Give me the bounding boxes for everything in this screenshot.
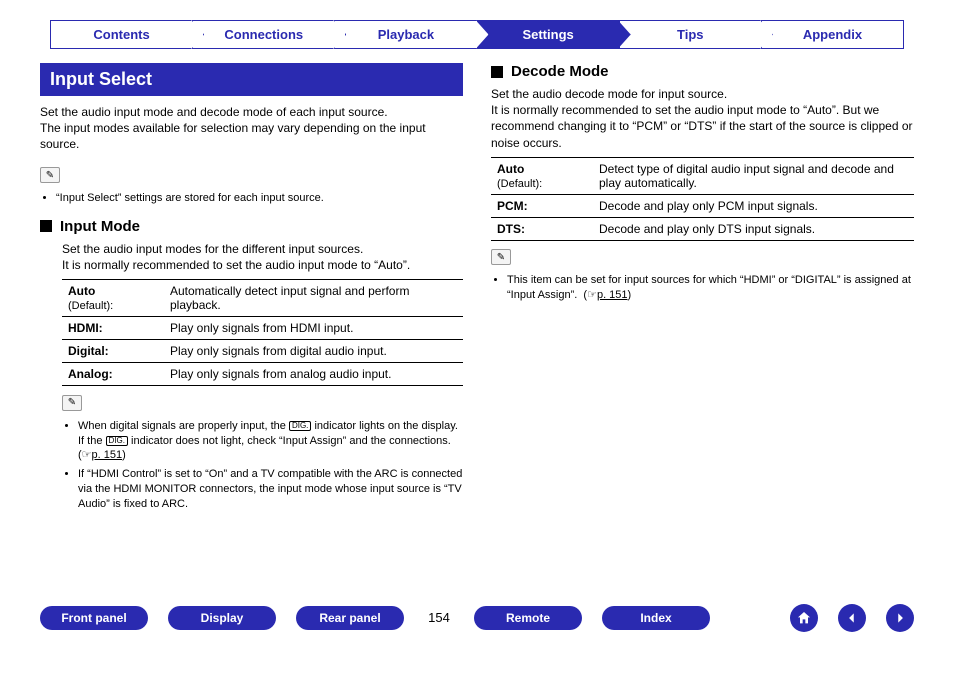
note-item: “Input Select” settings are stored for e… xyxy=(56,191,463,206)
tab-tips[interactable]: Tips xyxy=(619,20,762,49)
sub-intro: Set the audio decode mode for input sour… xyxy=(491,86,914,151)
table-row: Analog: Play only signals from analog au… xyxy=(62,363,463,386)
remote-button[interactable]: Remote xyxy=(474,606,582,630)
pencil-icon: ✎ xyxy=(491,249,511,265)
page-number: 154 xyxy=(424,610,454,625)
index-button[interactable]: Index xyxy=(602,606,710,630)
subhead-decode-mode: Decode Mode xyxy=(491,63,914,80)
dig-indicator-icon: DIG. xyxy=(289,421,311,431)
note-item: When digital signals are properly input,… xyxy=(78,419,463,464)
front-panel-button[interactable]: Front panel xyxy=(40,606,148,630)
next-page-icon[interactable] xyxy=(886,604,914,632)
table-row: HDMI: Play only signals from HDMI input. xyxy=(62,317,463,340)
note-box-2: ✎ When digital signals are properly inpu… xyxy=(62,394,463,512)
option-key: Auto xyxy=(497,162,524,176)
tab-playback[interactable]: Playback xyxy=(334,20,477,49)
section-intro: Set the audio input mode and decode mode… xyxy=(40,104,463,153)
option-key: Digital: xyxy=(62,340,164,363)
note-box-1: ✎ “Input Select” settings are stored for… xyxy=(40,167,463,206)
sub-intro: Set the audio input modes for the differ… xyxy=(62,241,463,273)
option-val: Play only signals from analog audio inpu… xyxy=(164,363,463,386)
right-column: Decode Mode Set the audio decode mode fo… xyxy=(491,63,914,524)
square-bullet-icon xyxy=(491,66,503,78)
option-val: Detect type of digital audio input signa… xyxy=(593,157,914,194)
dig-indicator-icon: DIG. xyxy=(106,436,128,446)
option-key: PCM: xyxy=(491,194,593,217)
option-val: Automatically detect input signal and pe… xyxy=(164,280,463,317)
page-link[interactable]: p. 151 xyxy=(597,289,628,301)
option-key: Analog: xyxy=(62,363,164,386)
option-val: Play only signals from HDMI input. xyxy=(164,317,463,340)
footer-nav: Front panel Display Rear panel 154 Remot… xyxy=(40,604,914,632)
option-val: Decode and play only DTS input signals. xyxy=(593,217,914,240)
option-val: Play only signals from digital audio inp… xyxy=(164,340,463,363)
table-row: Auto (Default): Detect type of digital a… xyxy=(491,157,914,194)
top-tabs: Contents Connections Playback Settings T… xyxy=(40,20,914,49)
tab-settings[interactable]: Settings xyxy=(477,20,620,49)
prev-page-icon[interactable] xyxy=(838,604,866,632)
table-row: PCM: Decode and play only PCM input sign… xyxy=(491,194,914,217)
tab-contents[interactable]: Contents xyxy=(50,20,193,49)
pencil-icon: ✎ xyxy=(62,395,82,411)
tab-appendix[interactable]: Appendix xyxy=(761,20,904,49)
option-key: DTS: xyxy=(491,217,593,240)
option-key: HDMI: xyxy=(62,317,164,340)
home-icon[interactable] xyxy=(790,604,818,632)
note-box-3: ✎ This item can be set for input sources… xyxy=(491,249,914,303)
input-mode-table: Auto (Default): Automatically detect inp… xyxy=(62,279,463,386)
pencil-icon: ✎ xyxy=(40,167,60,183)
option-val: Decode and play only PCM input signals. xyxy=(593,194,914,217)
tab-connections[interactable]: Connections xyxy=(192,20,335,49)
table-row: Auto (Default): Automatically detect inp… xyxy=(62,280,463,317)
decode-mode-table: Auto (Default): Detect type of digital a… xyxy=(491,157,914,241)
display-button[interactable]: Display xyxy=(168,606,276,630)
left-column: Input Select Set the audio input mode an… xyxy=(40,63,463,524)
square-bullet-icon xyxy=(40,220,52,232)
option-default: (Default): xyxy=(497,178,542,190)
subhead-label: Decode Mode xyxy=(511,63,609,80)
table-row: Digital: Play only signals from digital … xyxy=(62,340,463,363)
page-link[interactable]: p. 151 xyxy=(92,449,123,461)
option-key: Auto xyxy=(68,284,95,298)
note-item: This item can be set for input sources f… xyxy=(507,273,914,303)
note-item: If “HDMI Control” is set to “On” and a T… xyxy=(78,467,463,512)
section-title-input-select: Input Select xyxy=(40,63,463,96)
table-row: DTS: Decode and play only DTS input sign… xyxy=(491,217,914,240)
rear-panel-button[interactable]: Rear panel xyxy=(296,606,404,630)
subhead-input-mode: Input Mode xyxy=(40,218,463,235)
option-default: (Default): xyxy=(68,300,113,312)
subhead-label: Input Mode xyxy=(60,218,140,235)
